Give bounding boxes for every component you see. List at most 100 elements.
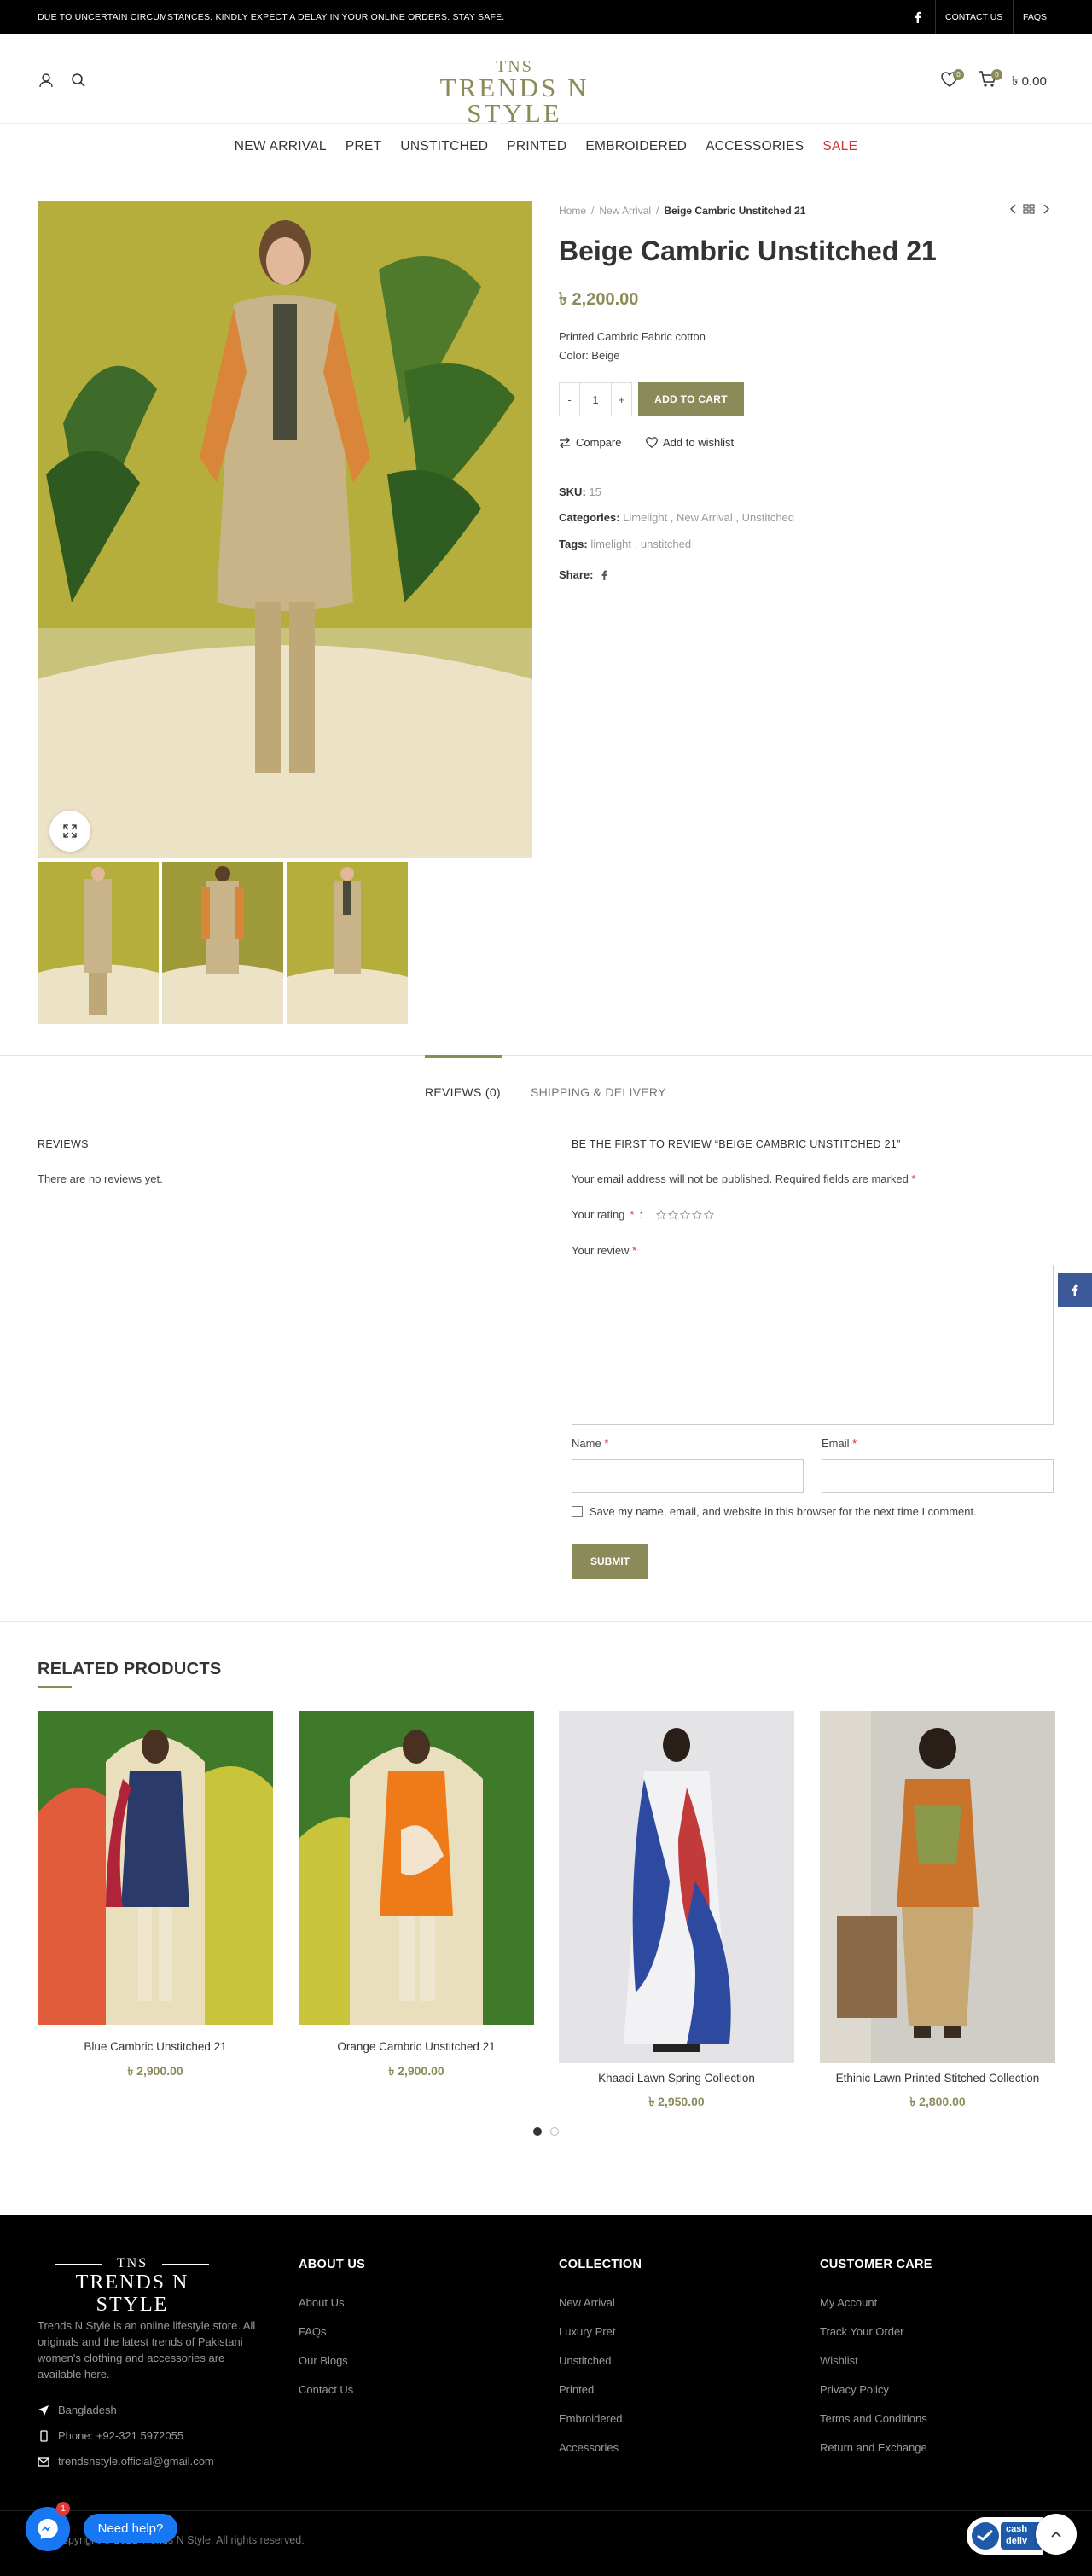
nav-accessories[interactable]: ACCESSORIES [696,139,813,154]
footer-link[interactable]: Privacy Policy [820,2383,889,2396]
star-icon [680,1209,691,1219]
facebook-side-icon[interactable] [1058,1273,1092,1307]
footer-link[interactable]: New Arrival [559,2296,615,2309]
footer-link[interactable]: Contact Us [299,2383,353,2396]
footer-logo-main: TRENDS N STYLE [75,2271,189,2316]
tags-row: Tags: limelight , unstitched [559,538,691,550]
footer-link[interactable]: My Account [820,2296,877,2309]
faqs-link[interactable]: FAQS [1013,0,1056,34]
sku-value: 15 [589,486,601,498]
name-field[interactable] [572,1459,804,1493]
required-star: * [604,1437,609,1450]
footer-link[interactable]: Unstitched [559,2354,611,2367]
active-tab-indicator [425,1055,502,1058]
qty-minus-button[interactable]: - [559,382,580,416]
related-product-image-3[interactable] [559,1711,794,2063]
nav-embroidered[interactable]: EMBROIDERED [576,139,696,154]
carousel-dot[interactable] [550,2127,559,2136]
thumbnail-3[interactable] [287,862,408,1024]
email-text[interactable]: trendsnstyle.official@gmail.com [58,2455,214,2468]
email-field[interactable] [822,1459,1054,1493]
footer-link[interactable]: Embroidered [559,2412,622,2425]
footer-care-heading: CUSTOMER CARE [820,2258,932,2271]
name-label: Name [572,1437,601,1450]
footer-link[interactable]: Our Blogs [299,2354,348,2367]
compare-button[interactable]: Compare [559,436,621,449]
thumbnail-2[interactable] [162,862,283,1024]
envelope-icon [38,2457,49,2467]
related-product-image-1[interactable] [38,1711,273,2025]
footer-link[interactable]: FAQs [299,2325,327,2338]
footer-link[interactable]: Wishlist [820,2354,858,2367]
submit-review-button[interactable]: SUBMIT [572,1544,648,1579]
footer-link[interactable]: Printed [559,2383,594,2396]
related-product-name[interactable]: Blue Cambric Unstitched 21 [38,2040,273,2053]
phone-text[interactable]: Phone: +92-321 5972055 [58,2429,183,2442]
qty-plus-button[interactable]: + [611,382,632,416]
add-to-wishlist-button[interactable]: Add to wishlist [646,436,734,449]
thumbnail-1[interactable] [38,862,159,1024]
heading-underline [38,1686,72,1688]
carousel-dot-active[interactable] [533,2127,542,2136]
prev-product-icon[interactable] [1007,202,1020,216]
breadcrumb-home[interactable]: Home [559,205,586,217]
tags-value[interactable]: limelight , unstitched [590,538,691,550]
review-textarea[interactable] [572,1265,1054,1425]
related-product-name[interactable]: Orange Cambric Unstitched 21 [299,2040,534,2053]
name-label-row: Name * [572,1437,608,1450]
related-product-name[interactable]: Khaadi Lawn Spring Collection [559,2072,794,2085]
no-reviews-text: There are no reviews yet. [38,1172,163,1185]
site-logo[interactable]: TNS TRENDS N STYLE [410,58,619,126]
next-product-icon[interactable] [1039,202,1053,216]
location-text: Bangladesh [58,2404,117,2416]
rating-label: Your rating [572,1208,625,1221]
sku-label: SKU: [559,486,586,498]
footer-link[interactable]: Terms and Conditions [820,2412,927,2425]
product-price: ৳ 2,200.00 [559,290,639,309]
nav-unstitched[interactable]: UNSTITCHED [391,139,497,154]
breadcrumb-new-arrival[interactable]: New Arrival [599,205,651,217]
star-icon [692,1209,703,1219]
footer-link[interactable]: About Us [299,2296,344,2309]
related-product-price: ৳ 2,800.00 [909,2095,966,2108]
share-facebook-icon[interactable] [601,570,607,580]
contact-us-link[interactable]: CONTACT US [935,0,1012,34]
footer-link[interactable]: Luxury Pret [559,2325,615,2338]
related-product-image-4[interactable] [820,1711,1055,2063]
nav-sale[interactable]: SALE [813,139,867,154]
footer-link[interactable]: Return and Exchange [820,2441,927,2454]
cart-total[interactable]: ৳ 0.00 [1012,72,1047,93]
footer-link[interactable]: Accessories [559,2441,619,2454]
search-icon[interactable] [68,70,89,90]
facebook-icon[interactable] [904,0,932,34]
tab-reviews[interactable]: REVIEWS (0) [425,1085,501,1099]
qty-input[interactable]: 1 [580,382,611,416]
footer-link[interactable]: Track Your Order [820,2325,904,2338]
account-icon[interactable] [36,70,56,90]
rating-stars[interactable] [656,1209,715,1220]
share-label: Share: [559,568,594,581]
need-help-button[interactable]: Need help? [84,2514,177,2543]
main-nav: NEW ARRIVAL PRET UNSTITCHED PRINTED EMBR… [0,125,1092,169]
save-info-checkbox[interactable] [572,1506,583,1517]
grid-icon[interactable] [1022,202,1036,216]
review-notice: Your email address will not be published… [572,1172,915,1185]
zoom-icon[interactable] [49,811,90,852]
review-form-heading: BE THE FIRST TO REVIEW “BEIGE CAMBRIC UN… [572,1138,901,1150]
nav-printed[interactable]: PRINTED [497,139,576,154]
nav-new-arrival[interactable]: NEW ARRIVAL [225,139,336,154]
related-product-image-2[interactable] [299,1711,534,2025]
product-main-image[interactable] [38,201,532,858]
related-product-name[interactable]: Ethinic Lawn Printed Stitched Collection [820,2072,1055,2085]
product-title: Beige Cambric Unstitched 21 [559,236,937,266]
cart-count-badge: 0 [991,69,1002,80]
categories-value[interactable]: Limelight , New Arrival , Unstitched [623,511,794,524]
cod-text-1: cash [1006,2524,1028,2534]
tab-shipping-delivery[interactable]: SHIPPING & DELIVERY [531,1085,666,1099]
tags-label: Tags: [559,538,588,550]
nav-pret[interactable]: PRET [336,139,392,154]
footer-logo[interactable]: TNS TRENDS N STYLE [47,2256,218,2316]
star-icon [668,1209,679,1219]
add-to-cart-button[interactable]: ADD TO CART [638,382,744,416]
scroll-to-top-button[interactable] [1036,2514,1077,2555]
